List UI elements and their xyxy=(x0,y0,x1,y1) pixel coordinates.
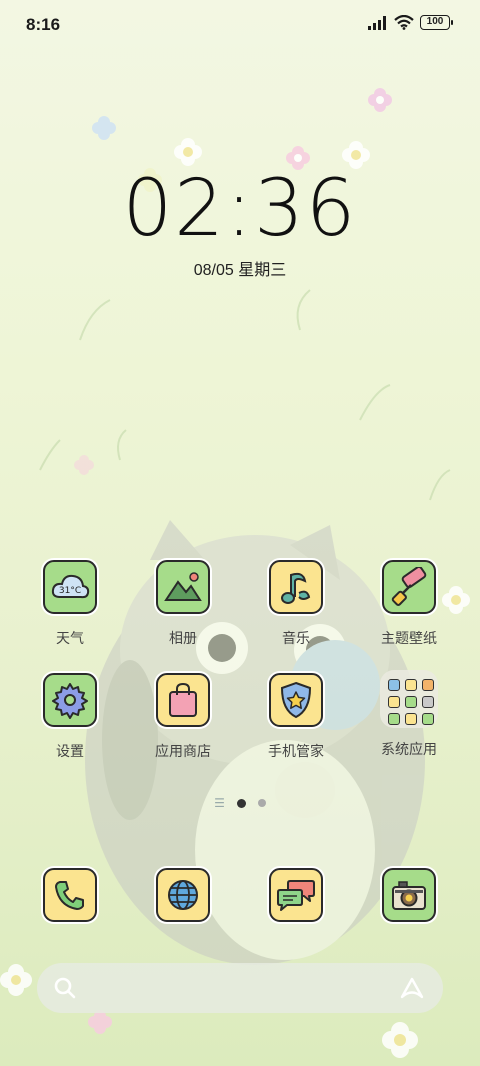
search-bar[interactable] xyxy=(37,963,443,1013)
phone-icon xyxy=(43,868,97,922)
paint-roller-icon xyxy=(382,560,436,614)
page-dot[interactable] xyxy=(257,799,266,807)
shield-star-icon xyxy=(269,673,323,727)
gear-icon xyxy=(43,673,97,727)
app-label: 主题壁纸 xyxy=(381,630,437,646)
messages-icon xyxy=(269,868,323,922)
status-icons: 100 xyxy=(368,15,453,30)
signal-icon xyxy=(368,15,386,30)
app-store[interactable]: 应用商店 xyxy=(138,673,228,761)
app-music[interactable]: 音乐 xyxy=(251,560,341,648)
browser-globe-icon xyxy=(156,868,210,922)
app-folder-system[interactable]: 系统应用 xyxy=(364,670,454,759)
page-indicator[interactable]: ☰ xyxy=(0,796,480,810)
music-icon xyxy=(269,560,323,614)
app-label: 音乐 xyxy=(282,630,310,646)
app-label: 相册 xyxy=(169,630,197,646)
dock-camera[interactable] xyxy=(364,868,454,922)
camera-icon xyxy=(382,868,436,922)
drawer-lines-icon[interactable]: ☰ xyxy=(214,796,225,810)
dock-browser[interactable] xyxy=(138,868,228,922)
app-label: 天气 xyxy=(56,630,84,646)
app-weather[interactable]: 31°C 天气 xyxy=(25,560,115,648)
weather-temp: 31°C xyxy=(59,586,81,596)
app-phone-manager[interactable]: 手机管家 xyxy=(251,673,341,761)
wifi-icon xyxy=(394,15,414,30)
assistant-icon[interactable] xyxy=(399,976,425,1000)
status-time: 8:16 xyxy=(26,15,61,34)
app-label: 设置 xyxy=(56,743,84,759)
app-themes[interactable]: 主题壁纸 xyxy=(364,560,454,648)
status-bar: 8:16 100 xyxy=(0,0,480,50)
app-label: 系统应用 xyxy=(381,741,437,757)
battery-icon: 100 xyxy=(420,15,453,30)
dock-messages[interactable] xyxy=(251,868,341,922)
app-label: 应用商店 xyxy=(155,743,211,759)
clock-widget-time[interactable]: 02:36 xyxy=(0,164,480,254)
dock-phone[interactable] xyxy=(25,868,115,922)
gallery-icon xyxy=(156,560,210,614)
app-settings[interactable]: 设置 xyxy=(25,673,115,761)
clock-widget-date[interactable]: 08/05 星期三 xyxy=(0,256,480,280)
shopping-bag-icon xyxy=(156,673,210,727)
folder-icon xyxy=(380,670,438,728)
app-label: 手机管家 xyxy=(268,743,324,759)
weather-icon: 31°C xyxy=(43,560,97,614)
page-dot-active[interactable] xyxy=(236,798,246,808)
app-gallery[interactable]: 相册 xyxy=(138,560,228,648)
search-icon[interactable] xyxy=(53,976,77,1000)
